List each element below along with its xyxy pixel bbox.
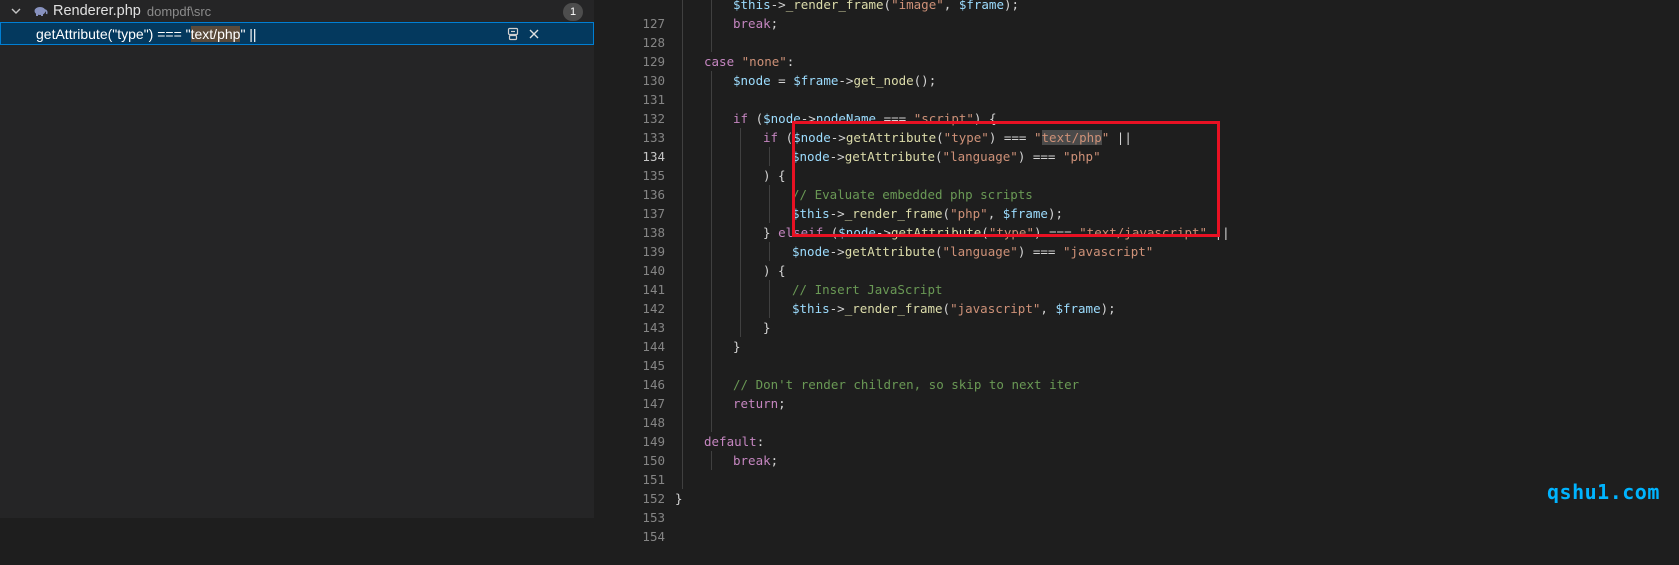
match-text-after: " || [240,25,257,42]
search-match-highlight: text/php [1041,130,1102,145]
code-text: // Evaluate embedded php scripts [792,187,1033,202]
code-text: ) { [763,168,786,183]
code-text: $this->_render_frame("image", $frame); [733,0,1020,12]
replace-icon[interactable] [504,25,522,42]
search-result-file[interactable]: Renderer.php dompdf\src 1 [0,0,594,22]
close-icon[interactable] [525,25,543,42]
search-match-row[interactable]: getAttribute("type") === "text/php" || [0,22,594,45]
code-text: $node->getAttribute("language") === "php… [792,149,1101,164]
code-text: return; [733,396,786,411]
code-line: 127 $this->_render_frame("image", $frame… [594,0,1679,31]
code-line: 133 if ($node->nodeName === "script") { [594,109,1679,145]
code-line: 148 return; [594,394,1679,430]
code-line: 145 } [594,337,1679,373]
code-line: 135 $node->getAttribute("language") === … [594,147,1679,183]
code-text: } [675,491,683,506]
code-line: 153 } [594,489,1679,525]
code-line: 150 default: [594,432,1679,468]
code-line: 143 $this->_render_frame("javascript", $… [594,299,1679,335]
code-text: } [763,320,771,335]
code-editor[interactable]: 127 $this->_render_frame("image", $frame… [594,0,1679,544]
code-line: 144 } [594,318,1679,354]
php-elephant-icon [34,7,48,16]
code-text: break; [733,16,779,31]
search-results-panel: Renderer.php dompdf\src 1 getAttribute("… [0,0,594,518]
file-path: dompdf\src [146,3,212,19]
code-text: $this->_render_frame("php", $frame); [792,206,1063,221]
code-line: 129 [594,33,1679,69]
code-text: // Insert JavaScript [792,282,943,297]
code-line: 139 } elseif ($node->getAttribute("type"… [594,223,1679,259]
code-line: 130 case "none": [594,52,1679,88]
code-text: // Don't render children, so skip to nex… [733,377,1080,392]
code-line-active: 134 if ($node->getAttribute("type") === … [594,128,1679,164]
code-line: 152 [594,470,1679,506]
code-line: 149 [594,413,1679,449]
code-line: 136 ) { [594,166,1679,202]
code-line: 146 [594,356,1679,392]
match-highlight: text/php [190,25,241,42]
code-text: $node = $frame->get_node(); [733,73,937,88]
line-number: 154 [642,529,665,544]
code-line: 142 // Insert JavaScript [594,280,1679,316]
code-text: break; [733,453,779,468]
code-text: if ($node->getAttribute("type") === "tex… [763,130,1132,145]
code-line: 132 [594,90,1679,126]
match-text: getAttribute("type") === "text/php" || [36,25,257,42]
match-text-before: getAttribute("type") === " [36,25,191,42]
code-line: 147 // Don't render children, so skip to… [594,375,1679,411]
code-line: 131 $node = $frame->get_node(); [594,71,1679,107]
code-text: case "none": [704,54,795,69]
code-text: } [733,339,741,354]
code-line: 141 ) { [594,261,1679,297]
code-line: 151 break; [594,451,1679,487]
code-line: 140 $node->getAttribute("language") === … [594,242,1679,278]
code-text: $node->getAttribute("language") === "jav… [792,244,1154,259]
code-line: 128 break; [594,14,1679,50]
match-count-badge: 1 [563,3,583,21]
watermark: qshu1.com [1547,480,1660,504]
code-line: 137 // Evaluate embedded php scripts [594,185,1679,221]
chevron-down-icon[interactable] [11,6,21,16]
code-text: $this->_render_frame("javascript", $fram… [792,301,1116,316]
code-text: default: [704,434,765,449]
file-name: Renderer.php [53,3,141,19]
code-text: } elseif ($node->getAttribute("type") ==… [763,225,1230,240]
code-line: 138 $this->_render_frame("php", $frame); [594,204,1679,240]
code-text: ) { [763,263,786,278]
code-text: if ($node->nodeName === "script") { [733,111,997,126]
